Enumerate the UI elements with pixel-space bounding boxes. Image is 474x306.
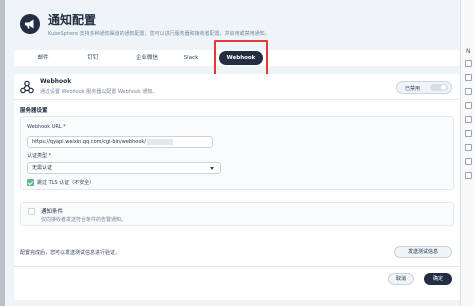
page-title: 通知配置	[48, 13, 97, 27]
right-panel-checkbox[interactable]	[465, 144, 472, 151]
url-value: https://qyapi.weixin.qq.com/cgi-bin/webh…	[32, 139, 146, 145]
right-panel-checkbox[interactable]	[465, 116, 472, 123]
tab-wecom[interactable]: 企业微信	[126, 51, 168, 65]
auth-type-label: 认证类型 *	[27, 153, 52, 159]
filter-checkbox[interactable]	[28, 208, 35, 215]
enable-toggle[interactable]: 已禁用	[396, 81, 452, 94]
chevron-down-icon	[210, 167, 214, 170]
filter-description: 仅向接收者发送符合条件的告警通知。	[41, 217, 127, 223]
right-side-panel: N	[460, 0, 474, 306]
section-title: 服务器设置	[20, 108, 48, 114]
toggle-knob	[441, 85, 446, 90]
webhook-card-header: Webhook 通过设置 Webhook 服务器以配置 Webhook 通知。 …	[14, 74, 460, 100]
webhook-url-input[interactable]: https://qyapi.weixin.qq.com/cgi-bin/webh…	[27, 136, 213, 148]
right-panel-checkbox[interactable]	[465, 130, 472, 137]
tab-email[interactable]: 邮件	[26, 51, 60, 65]
right-panel-checkbox[interactable]	[465, 74, 472, 81]
webhook-config-card: Webhook 通过设置 Webhook 服务器以配置 Webhook 通知。 …	[14, 74, 460, 300]
redacted-text	[146, 138, 173, 145]
megaphone-icon	[20, 14, 40, 34]
skip-tls-checkbox[interactable]	[27, 179, 34, 186]
webhook-icon	[20, 80, 34, 94]
right-panel-checkbox[interactable]	[465, 158, 472, 165]
tab-dingtalk[interactable]: 钉钉	[76, 51, 110, 65]
page-description: KubeSphere 支持多种通知渠道的通知配置，您可以进行服务器和接收者配置，…	[48, 31, 270, 37]
test-message-row: 配置完成后，您可以发送测试信息进行验证。 发送测试信息	[14, 244, 460, 260]
notification-filter-panel: 通知条件 仅向接收者发送符合条件的告警通知。	[20, 202, 454, 226]
auth-type-select[interactable]: 无需认证	[27, 162, 221, 174]
right-panel-checkbox[interactable]	[465, 172, 472, 179]
webhook-title: Webhook	[40, 78, 72, 85]
test-hint: 配置完成后，您可以发送测试信息进行验证。	[20, 250, 121, 256]
footer-divider	[14, 266, 460, 267]
left-overlay	[0, 0, 5, 306]
server-settings-form: Webhook URL * https://qyapi.weixin.qq.co…	[20, 116, 454, 190]
tab-slack[interactable]: Slack	[174, 51, 208, 65]
right-panel-checkbox[interactable]	[465, 60, 472, 67]
toggle-switch[interactable]	[430, 84, 448, 91]
filter-title: 通知条件	[41, 209, 64, 215]
toggle-label: 已禁用	[405, 86, 421, 92]
cancel-button[interactable]: 取消	[388, 273, 414, 285]
webhook-description: 通过设置 Webhook 服务器以配置 Webhook 通知。	[40, 89, 158, 95]
right-panel-checkbox[interactable]	[465, 88, 472, 95]
skip-tls-label: 跳过 TLS 认证（不安全）	[37, 180, 95, 186]
page-header: 通知配置 KubeSphere 支持多种通知渠道的通知配置，您可以进行服务器和接…	[14, 4, 460, 42]
right-panel-checkbox[interactable]	[465, 102, 472, 109]
confirm-button[interactable]: 确定	[424, 273, 452, 285]
right-panel-letter: N	[466, 48, 471, 55]
url-label: Webhook URL *	[27, 124, 66, 130]
auth-type-value: 无需认证	[32, 165, 53, 171]
send-test-button[interactable]: 发送测试信息	[394, 246, 452, 258]
